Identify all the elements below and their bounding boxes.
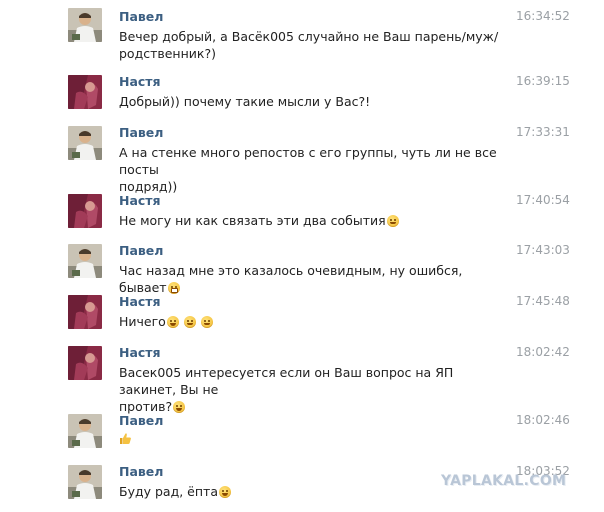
- message-timestamp: 16:34:52: [516, 9, 570, 23]
- nastya-avatar[interactable]: [68, 75, 102, 109]
- sender-name[interactable]: Настя: [119, 294, 161, 309]
- pavel-avatar[interactable]: [68, 126, 102, 160]
- nastya-avatar[interactable]: [68, 346, 102, 380]
- message-text: А на стенке много репостов с его группы,…: [119, 144, 499, 195]
- message-line: Ничего: [119, 314, 166, 329]
- grimace-emoji-icon: [167, 282, 180, 294]
- message-text: Час назад мне это казалось очевидным, ну…: [119, 262, 499, 296]
- laugh-emoji-icon: [166, 316, 179, 328]
- sender-name[interactable]: Настя: [119, 193, 161, 208]
- message-line: подряд)): [119, 179, 178, 194]
- message-line: Вечер добрый, а Васёк005 случайно не Ваш…: [119, 29, 499, 44]
- site-watermark: YAPLAKAL.COM: [441, 473, 567, 489]
- message-line: Не могу ни как связать эти два события: [119, 213, 386, 228]
- message-text: Ничего: [119, 313, 499, 330]
- unamused-emoji-icon: [183, 316, 196, 328]
- sender-name[interactable]: Павел: [119, 243, 163, 258]
- message-line: Буду рад, ёпта: [119, 484, 218, 499]
- unamused-emoji-icon: [386, 215, 399, 227]
- sender-name[interactable]: Настя: [119, 74, 161, 89]
- message-timestamp: 17:43:03: [516, 243, 570, 257]
- tears-of-joy-emoji-icon: [173, 401, 186, 413]
- pavel-avatar[interactable]: [68, 414, 102, 448]
- message-line: Васек005 интересуется если он Ваш вопрос…: [119, 365, 454, 397]
- sender-name[interactable]: Настя: [119, 345, 161, 360]
- message-line: родственник?): [119, 46, 216, 61]
- tears-of-joy-emoji-icon: [218, 486, 231, 498]
- nastya-avatar[interactable]: [68, 194, 102, 228]
- sender-name[interactable]: Павел: [119, 413, 163, 428]
- pavel-avatar[interactable]: [68, 244, 102, 278]
- message-text: Вечер добрый, а Васёк005 случайно не Ваш…: [119, 28, 499, 62]
- thumbs-up-emoji-icon: [119, 432, 132, 448]
- pavel-avatar[interactable]: [68, 8, 102, 42]
- message-timestamp: 17:45:48: [516, 294, 570, 308]
- nastya-avatar[interactable]: [68, 295, 102, 329]
- sender-name[interactable]: Павел: [119, 125, 163, 140]
- message-text: Васек005 интересуется если он Ваш вопрос…: [119, 364, 499, 415]
- message-text: Добрый)) почему такие мысли у Вас?!: [119, 93, 499, 110]
- pavel-avatar[interactable]: [68, 465, 102, 499]
- message-timestamp: 17:33:31: [516, 125, 570, 139]
- message-line: против?: [119, 399, 173, 414]
- message-text: Не могу ни как связать эти два события: [119, 212, 499, 229]
- sender-name[interactable]: Павел: [119, 9, 163, 24]
- message-timestamp: 18:02:46: [516, 413, 570, 427]
- message-text: [119, 432, 499, 449]
- sender-name[interactable]: Павел: [119, 464, 163, 479]
- message-timestamp: 18:02:42: [516, 345, 570, 359]
- message-line: А на стенке много репостов с его группы,…: [119, 145, 497, 177]
- message-line: Добрый)) почему такие мысли у Вас?!: [119, 94, 371, 109]
- unamused-emoji-icon: [200, 316, 213, 328]
- message-timestamp: 17:40:54: [516, 193, 570, 207]
- message-timestamp: 16:39:15: [516, 74, 570, 88]
